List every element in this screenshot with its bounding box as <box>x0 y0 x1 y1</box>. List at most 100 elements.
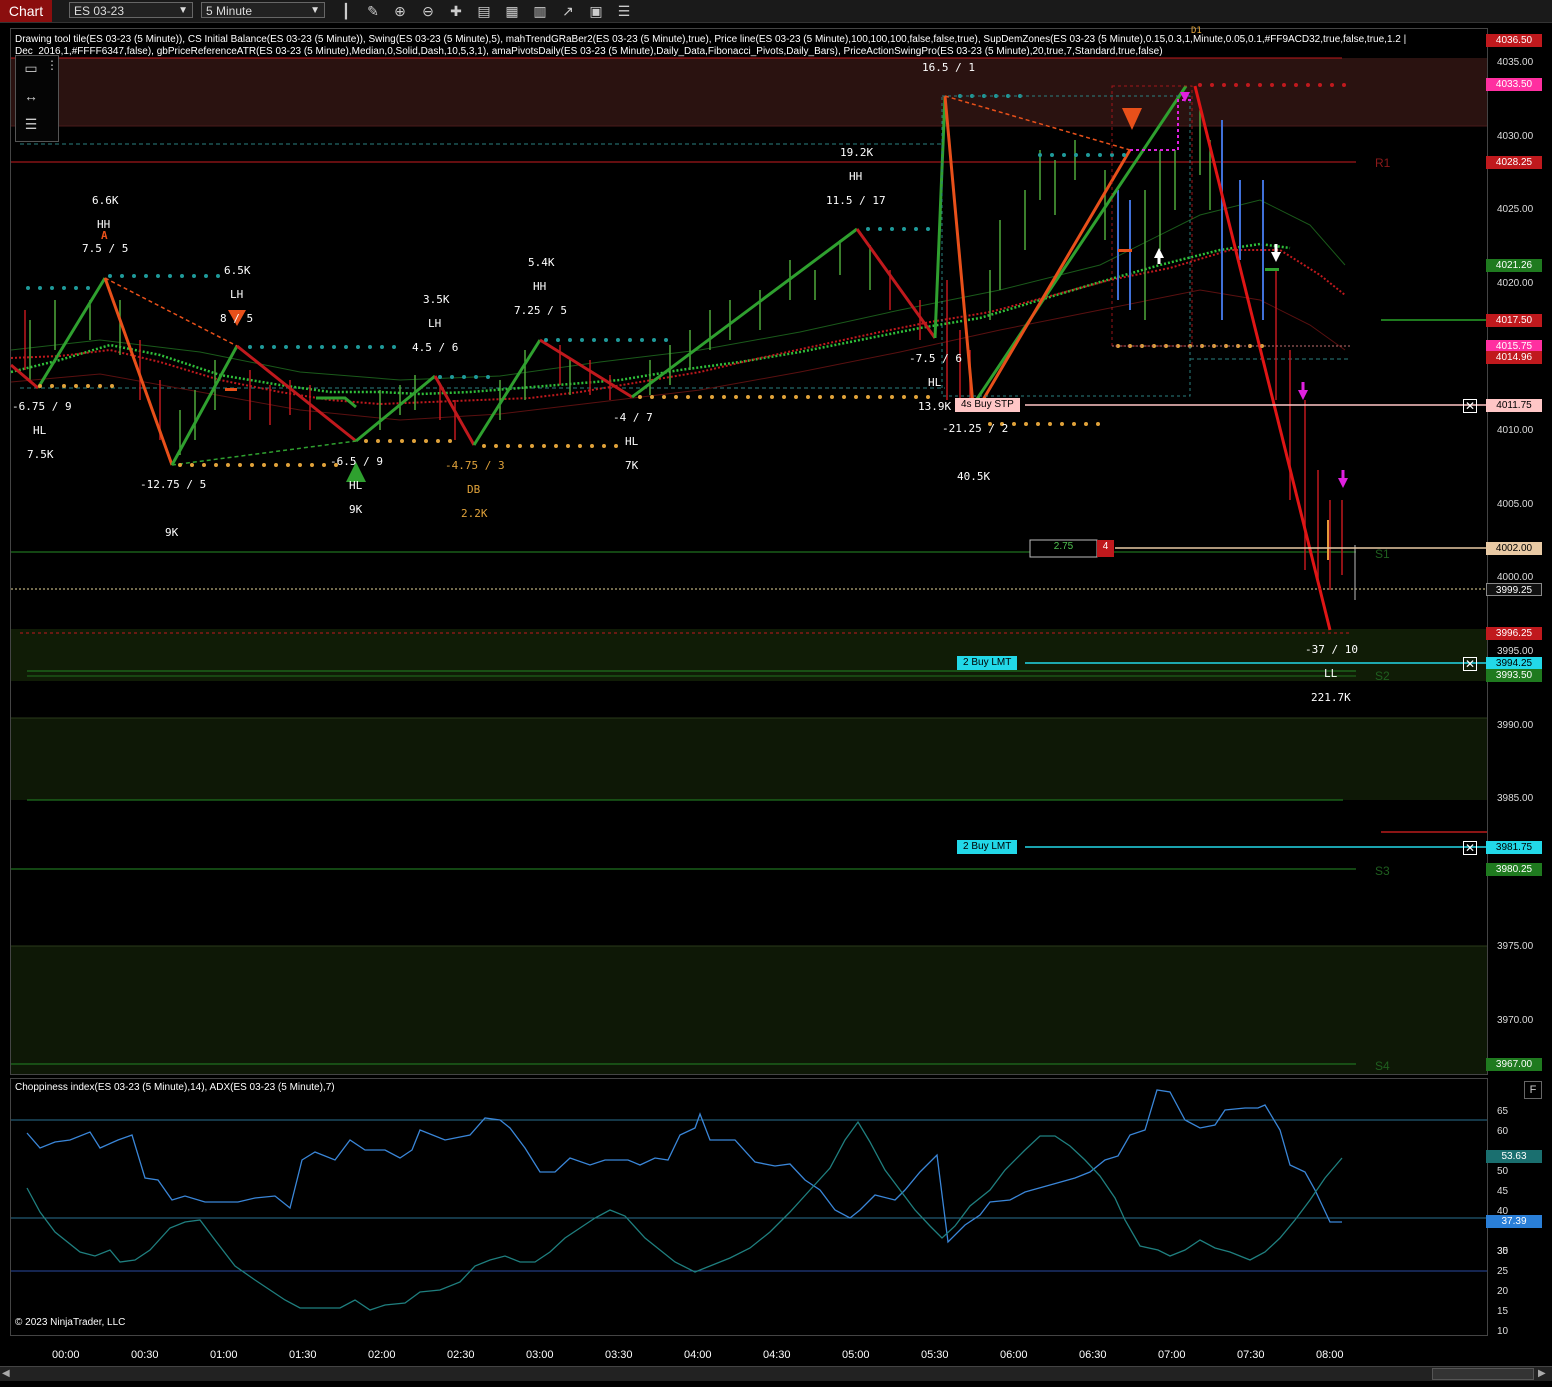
price-tag: 3981.75 <box>1486 841 1542 854</box>
swing-volume: 19.2K <box>840 146 874 159</box>
swing-size: 11.5 / 17 <box>826 194 886 207</box>
price-axis-tick: 4010.00 <box>1497 425 1534 436</box>
swing-type: HH <box>533 280 547 293</box>
swing-type: HL <box>625 435 639 448</box>
order-buy-limit[interactable]: 2 Buy LMT <box>957 656 1018 670</box>
copyright-notice: © 2023 NinjaTrader, LLC <box>15 1317 126 1328</box>
cancel-order-icon[interactable]: ✕ <box>1463 399 1477 413</box>
swing-size: 7.5 / 5 <box>82 242 129 255</box>
indicator-axis-tick: 30 <box>1497 1246 1509 1257</box>
position-qty[interactable]: 4 <box>1097 541 1114 552</box>
scroll-left-icon[interactable]: ◀ <box>2 1368 10 1379</box>
time-axis-tick: 02:30 <box>447 1349 475 1361</box>
cancel-order-icon[interactable]: ✕ <box>1463 657 1477 671</box>
swing-size: -37 / 10 <box>1305 643 1358 656</box>
swing-volume: 5.4K <box>528 256 555 269</box>
time-axis-tick: 05:30 <box>921 1349 949 1361</box>
swing-volume: 2.2K <box>461 507 488 520</box>
price-tag: 4014.96 <box>1486 351 1542 364</box>
supply-zone <box>11 58 1487 126</box>
swing-type: LH <box>230 288 244 301</box>
time-axis-tick: 01:00 <box>210 1349 238 1361</box>
menu-icon[interactable]: ☰ <box>20 114 42 134</box>
swing-type: HL <box>349 479 363 492</box>
swing-volume: 13.9K <box>918 400 952 413</box>
price-tag: 4021.26 <box>1486 259 1542 272</box>
time-axis-tick: 04:30 <box>763 1349 791 1361</box>
price-tag: 3980.25 <box>1486 863 1542 876</box>
time-axis-tick: 03:30 <box>605 1349 633 1361</box>
swing-size: -12.75 / 5 <box>140 478 207 491</box>
price-axis-tick: 3975.00 <box>1497 941 1534 952</box>
pivot-s1-label: S1 <box>1375 547 1390 561</box>
swing-type: LH <box>428 317 442 330</box>
order-buy-stop[interactable]: 4s Buy STP <box>955 398 1020 412</box>
pattern-letter: A <box>101 229 108 242</box>
price-axis-tick: 3970.00 <box>1497 1015 1534 1026</box>
demand-zone-2 <box>11 718 1487 800</box>
pivot-r1-label: R1 <box>1375 156 1391 170</box>
more-icon[interactable]: ⋮ <box>46 58 58 72</box>
price-tag: 4017.50 <box>1486 314 1542 327</box>
swing-size: -7.5 / 6 <box>909 352 962 365</box>
swing-size: 16.5 / 1 <box>922 61 975 74</box>
price-tag: 4002.00 <box>1486 542 1542 555</box>
swing-volume: 9K <box>349 503 363 516</box>
scroll-thumb[interactable] <box>1432 1368 1534 1380</box>
demand-zone-1 <box>11 629 1487 681</box>
swing-volume: 7K <box>625 459 639 472</box>
horizontal-scrollbar[interactable]: ◀ ▶ <box>0 1366 1552 1381</box>
swing-type: HH <box>849 170 863 183</box>
swing-volume: 7.5K <box>27 448 54 461</box>
indicator-axis-tick: 65 <box>1497 1106 1509 1117</box>
swing-type: LL <box>1324 667 1338 680</box>
indicator-axis-tick: 60 <box>1497 1126 1509 1137</box>
indicator-list: Drawing tool tile(ES 03-23 (5 Minute)), … <box>15 34 1407 57</box>
last-price-tag: 3999.25 <box>1486 583 1542 596</box>
time-axis-tick: 08:00 <box>1316 1349 1344 1361</box>
ruler-icon[interactable]: ▭ <box>20 58 42 78</box>
price-tag: 4028.25 <box>1486 156 1542 169</box>
indicator-panel[interactable] <box>10 1078 1488 1336</box>
swing-volume: 221.7K <box>1311 691 1351 704</box>
price-axis-tick: 3990.00 <box>1497 720 1534 731</box>
price-axis-tick: 4020.00 <box>1497 278 1534 289</box>
cancel-order-icon[interactable]: ✕ <box>1463 841 1477 855</box>
pivot-s4-label: S4 <box>1375 1059 1390 1073</box>
swing-zigzag <box>36 277 107 389</box>
horizontal-line-icon[interactable]: ↔ <box>20 86 42 106</box>
pivot-s2-label: S2 <box>1375 669 1390 683</box>
time-axis-tick: 07:30 <box>1237 1349 1265 1361</box>
price-axis-tick: 3995.00 <box>1497 646 1534 657</box>
price-axis-tick: 4000.00 <box>1497 572 1534 583</box>
adx-value-tag: 37.39 <box>1486 1215 1542 1228</box>
swing-volume: 9K <box>165 526 179 539</box>
swing-size: 7.25 / 5 <box>514 304 567 317</box>
time-axis-tick: 05:00 <box>842 1349 870 1361</box>
panel-f-button[interactable]: F <box>1524 1081 1542 1099</box>
time-axis-tick: 06:00 <box>1000 1349 1028 1361</box>
scroll-right-icon[interactable]: ▶ <box>1538 1368 1546 1379</box>
price-tag: 3996.25 <box>1486 627 1542 640</box>
order-buy-limit[interactable]: 2 Buy LMT <box>957 840 1018 854</box>
swing-volume: 6.6K <box>92 194 119 207</box>
price-tag: 3993.50 <box>1486 669 1542 682</box>
time-axis-tick: 06:30 <box>1079 1349 1107 1361</box>
time-axis-tick: 00:00 <box>52 1349 80 1361</box>
price-tag: 4033.50 <box>1486 78 1542 91</box>
swing-volume: 40.5K <box>957 470 991 483</box>
indicator-panel-label: Choppiness index(ES 03-23 (5 Minute),14)… <box>15 1082 335 1093</box>
swing-type: DB <box>467 483 481 496</box>
price-tag: 4036.50 <box>1486 34 1542 47</box>
swing-size: -21.25 / 2 <box>942 422 1009 435</box>
indicator-axis-tick: 50 <box>1497 1166 1509 1177</box>
price-tag: 3967.00 <box>1486 1058 1542 1071</box>
swing-size: -6.75 / 9 <box>12 400 72 413</box>
demand-zone-3 <box>11 946 1487 1074</box>
swing-type: HL <box>928 376 942 389</box>
indicator-axis-tick: 25 <box>1497 1266 1509 1277</box>
swing-size: -6.5 / 9 <box>330 455 383 468</box>
indicator-axis-tick: 10 <box>1497 1326 1509 1337</box>
swing-volume: 6.5K <box>224 264 251 277</box>
time-axis-tick: 04:00 <box>684 1349 712 1361</box>
